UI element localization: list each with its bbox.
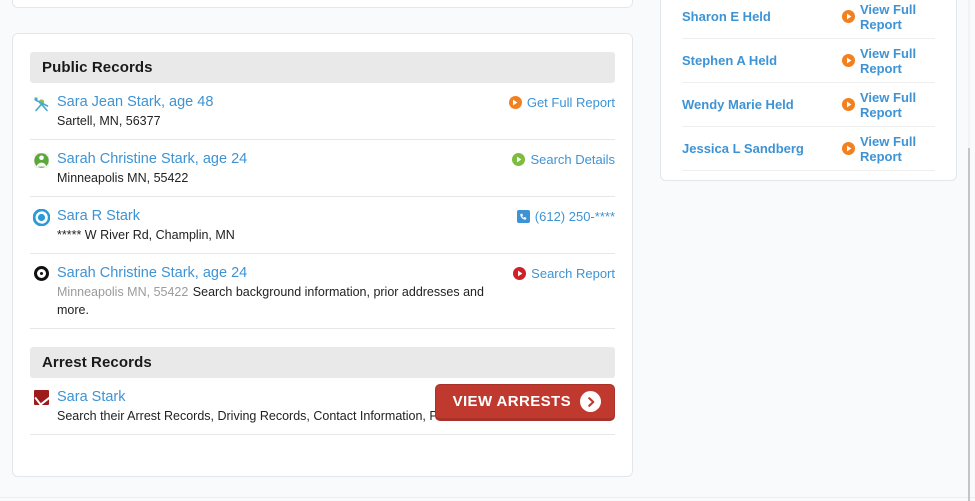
phone-number-action[interactable]: (612) 250-**** — [516, 207, 615, 224]
table-row[interactable]: Sara R Stark ***** W River Rd, Champlin,… — [30, 197, 615, 254]
record-details: Sarah Christine Stark, age 24 Minneapoli… — [57, 150, 512, 187]
action-label: View Full Report — [860, 45, 917, 76]
action-label: View Full Report — [860, 133, 917, 164]
list-item[interactable]: Wendy Marie Held View Full Report — [682, 83, 935, 127]
view-full-report-action[interactable]: View Full Report — [842, 46, 935, 76]
section-header-arrest-records: Arrest Records — [30, 347, 615, 378]
person-location: Minneapolis MN, 55422 — [57, 285, 189, 299]
person-avatar-green-icon — [30, 150, 52, 169]
action-label: View Full Report — [860, 89, 917, 120]
action-label: (612) 250-**** — [534, 209, 615, 224]
action-label: View Full Report — [860, 1, 917, 32]
results-card: Public Records Sara Jean Stark, age 48 S… — [12, 33, 633, 477]
list-item[interactable]: Jessica L Sandberg View Full Report — [682, 127, 935, 171]
view-full-report-action[interactable]: View Full Report — [842, 90, 935, 120]
section-header-public-records: Public Records — [30, 52, 615, 83]
play-circle-green-icon — [512, 153, 526, 166]
search-report-action[interactable]: Search Report — [513, 264, 615, 281]
play-circle-orange-icon — [508, 96, 522, 109]
action-label: Search Report — [531, 266, 615, 281]
play-circle-orange-icon — [842, 10, 855, 23]
view-arrests-label: VIEW ARRESTS — [452, 393, 571, 410]
table-row[interactable]: Sarah Christine Stark, age 24 Minneapoli… — [30, 254, 615, 329]
section-title: Public Records — [42, 59, 153, 76]
record-details: Sarah Christine Stark, age 24 Minneapoli… — [57, 264, 513, 319]
related-person-name[interactable]: Sharon E Held — [682, 9, 842, 24]
arrest-badge-icon — [30, 388, 52, 405]
action-label: Search Details — [530, 152, 615, 167]
person-circle-blue-icon — [30, 207, 52, 226]
page-root: Public Records Sara Jean Stark, age 48 S… — [0, 0, 975, 501]
chevron-right-circle-icon — [580, 391, 601, 412]
table-row[interactable]: Sara Stark Search their Arrest Records, … — [30, 378, 615, 435]
target-circle-icon — [30, 264, 52, 281]
view-full-report-action[interactable]: View Full Report — [842, 134, 935, 164]
related-people-list: Sharon E Held View Full Report Stephen A… — [682, 0, 935, 171]
play-circle-orange-icon — [842, 98, 855, 111]
list-item[interactable]: Stephen A Held View Full Report — [682, 39, 935, 83]
view-full-report-action[interactable]: View Full Report — [842, 2, 935, 32]
view-arrests-button[interactable]: VIEW ARRESTS — [434, 384, 615, 421]
table-row[interactable]: Sarah Christine Stark, age 24 Minneapoli… — [30, 140, 615, 197]
related-person-name[interactable]: Stephen A Held — [682, 53, 842, 68]
search-details-action[interactable]: Search Details — [512, 150, 615, 167]
play-circle-orange-icon — [842, 142, 855, 155]
page-scrollbar-thumb[interactable] — [968, 148, 970, 501]
person-name-link[interactable]: Sara Jean Stark, age 48 — [57, 93, 501, 111]
play-circle-orange-icon — [842, 54, 855, 67]
person-star-icon — [30, 93, 52, 112]
list-item[interactable]: Sharon E Held View Full Report — [682, 0, 935, 39]
action-label: Get Full Report — [526, 95, 615, 110]
related-people-card: Sharon E Held View Full Report Stephen A… — [660, 0, 957, 181]
person-location: ***** W River Rd, Champlin, MN — [57, 228, 235, 242]
play-circle-red-icon — [513, 267, 527, 280]
previous-results-card-partial — [12, 0, 633, 8]
next-section-divider — [0, 497, 975, 501]
related-person-name[interactable]: Wendy Marie Held — [682, 97, 842, 112]
section-title: Arrest Records — [42, 354, 152, 371]
public-records-rows: Sara Jean Stark, age 48 Sartell, MN, 563… — [30, 83, 615, 329]
person-name-link[interactable]: Sara R Stark — [57, 207, 509, 225]
related-person-name[interactable]: Jessica L Sandberg — [682, 141, 842, 156]
person-name-link[interactable]: Sarah Christine Stark, age 24 — [57, 150, 504, 168]
arrest-records-rows: Sara Stark Search their Arrest Records, … — [30, 378, 615, 435]
person-location: Minneapolis MN, 55422 — [57, 171, 189, 185]
person-name-link[interactable]: Sarah Christine Stark, age 24 — [57, 264, 505, 282]
record-details: Sara Jean Stark, age 48 Sartell, MN, 563… — [57, 93, 509, 130]
get-full-report-action[interactable]: Get Full Report — [508, 93, 615, 110]
phone-icon — [516, 210, 530, 223]
record-details: Sara R Stark ***** W River Rd, Champlin,… — [57, 207, 517, 244]
person-location: Sartell, MN, 56377 — [57, 114, 161, 128]
table-row[interactable]: Sara Jean Stark, age 48 Sartell, MN, 563… — [30, 83, 615, 140]
